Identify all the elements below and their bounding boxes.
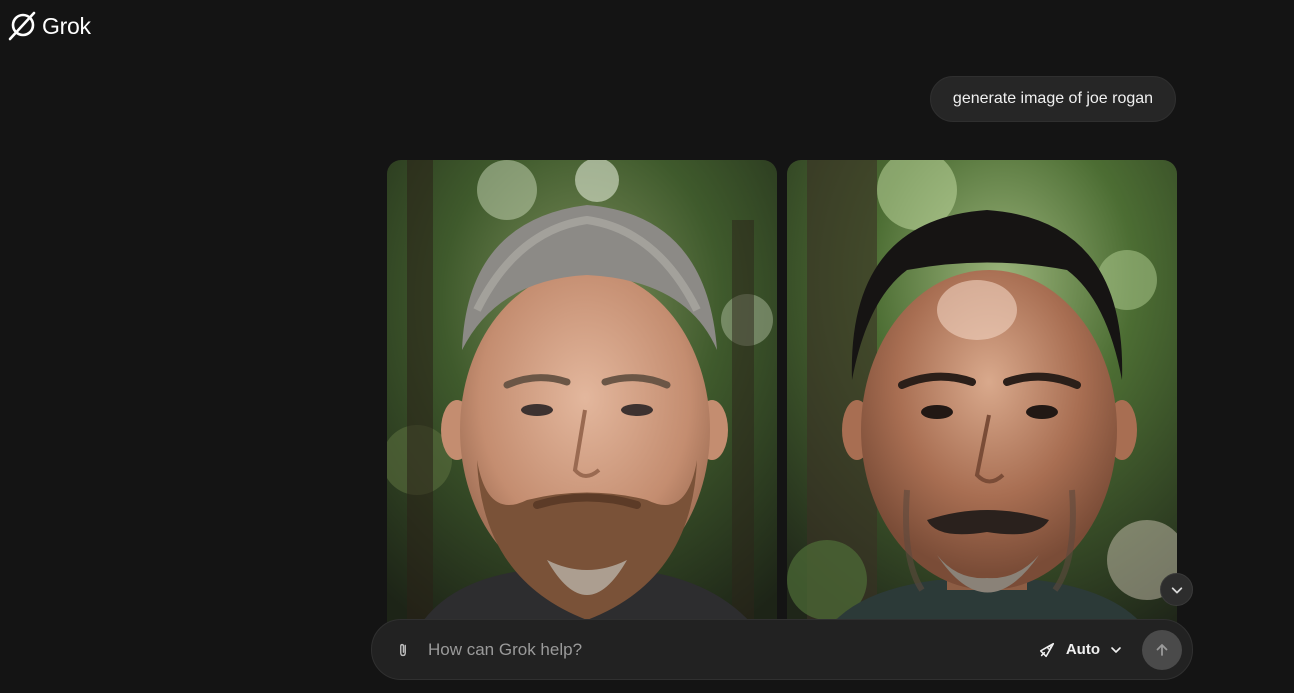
chevron-down-icon (1171, 586, 1182, 593)
generated-image-2[interactable] (787, 160, 1177, 630)
send-button[interactable] (1142, 629, 1182, 670)
generated-images (387, 160, 1177, 630)
scroll-to-bottom-button[interactable] (1160, 573, 1193, 606)
mode-selector[interactable]: Auto (1038, 641, 1122, 659)
grok-logo[interactable]: Grok (6, 10, 91, 42)
app-name: Grok (42, 12, 91, 39)
rocket-icon (1039, 642, 1054, 657)
generated-image-1[interactable] (387, 160, 777, 630)
message-composer: Auto (371, 619, 1193, 680)
chat-page: Grok generate image of joe rogan How can… (0, 0, 1294, 693)
arrow-up-icon (1156, 643, 1168, 656)
paperclip-icon (400, 643, 406, 656)
portrait-gray-haired-man-image (387, 160, 777, 630)
attach-button[interactable] (392, 639, 414, 661)
grok-logo-icon (8, 11, 36, 41)
user-message-text: generate image of joe rogan (952, 90, 1154, 107)
prompt-input[interactable] (426, 638, 1038, 661)
user-message-bubble: generate image of joe rogan (930, 76, 1176, 122)
chevron-down-icon (1111, 646, 1121, 653)
mode-label: Auto (1065, 641, 1100, 658)
portrait-dark-haired-man-image (787, 160, 1177, 630)
